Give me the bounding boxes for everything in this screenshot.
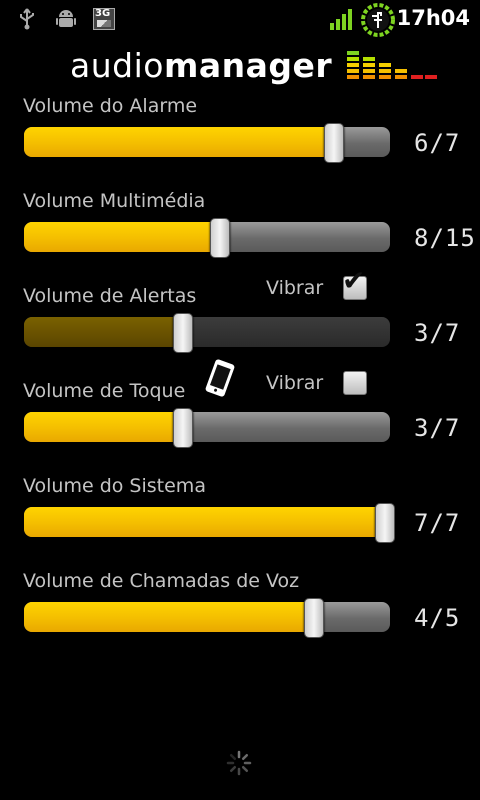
- app-logo: audiomanager: [70, 46, 332, 85]
- volume-value: 6/7: [414, 129, 461, 157]
- vibrate-label: Vibrar: [266, 372, 324, 394]
- volume-slider-fill: [24, 222, 219, 252]
- volume-value: 3/7: [414, 319, 461, 347]
- volume-label: Volume do Alarme: [23, 95, 198, 117]
- android-debug-icon: [56, 10, 76, 27]
- usb-icon: [20, 8, 34, 30]
- volume-slider-track[interactable]: [24, 317, 390, 347]
- app-header: audiomanager: [0, 40, 480, 90]
- volume-slider-track[interactable]: [24, 222, 390, 252]
- loading-spinner-icon: [226, 750, 252, 776]
- volume-slider-fill: [24, 602, 314, 632]
- volume-label: Volume Multimédia: [23, 190, 206, 212]
- volume-label: Volume do Sistema: [23, 475, 206, 497]
- volume-slider-thumb[interactable]: [304, 598, 325, 638]
- volume-row-alarm: Volume do Alarme 6/7: [0, 95, 480, 185]
- volume-slider-thumb[interactable]: [209, 218, 230, 258]
- volume-slider-track[interactable]: [24, 602, 390, 632]
- volume-value: 4/5: [414, 604, 461, 632]
- volume-value: 3/7: [414, 414, 461, 442]
- signal-icon: [330, 9, 352, 30]
- volume-value: 7/7: [414, 509, 461, 537]
- volume-row-media: Volume Multimédia 8/15: [0, 190, 480, 280]
- 3g-icon: 3G: [93, 8, 115, 30]
- status-bar: 3G 17h04: [0, 0, 480, 38]
- clock: 17h04: [396, 6, 470, 30]
- vibrate-checkbox[interactable]: [343, 371, 367, 395]
- volume-row-alerts: Volume de Alertas Vibrar ✔ 3/7: [0, 267, 480, 375]
- volume-value: 8/15: [414, 224, 476, 252]
- phone-ring-mode-icon[interactable]: [202, 358, 238, 398]
- vibrate-label: Vibrar: [266, 277, 324, 299]
- logo-light-text: audio: [70, 46, 164, 85]
- volume-slider-track[interactable]: [24, 412, 390, 442]
- volume-slider-fill: [24, 127, 334, 157]
- equalizer-logo-icon: [347, 51, 437, 79]
- volume-slider-thumb[interactable]: [172, 313, 193, 353]
- volume-label: Volume de Toque: [23, 380, 186, 402]
- volume-row-voice-call: Volume de Chamadas de Voz 4/5: [0, 570, 480, 660]
- vibrate-checkbox[interactable]: ✔: [342, 267, 367, 300]
- volume-slider-thumb[interactable]: [324, 123, 345, 163]
- logo-bold-text: manager: [163, 46, 333, 85]
- volume-slider-fill: [24, 412, 182, 442]
- volume-slider-track[interactable]: [24, 507, 390, 537]
- battery-charging-icon: [361, 3, 395, 37]
- volume-label: Volume de Chamadas de Voz: [23, 570, 300, 592]
- volume-row-system: Volume do Sistema 7/7: [0, 475, 480, 565]
- checkmark-icon: ✔: [342, 264, 366, 297]
- volume-row-ringtone: Volume de Toque Vibrar 3/7: [0, 359, 480, 470]
- volume-label: Volume de Alertas: [23, 285, 197, 307]
- volume-slider-fill: [24, 507, 384, 537]
- network-badge: 3G: [95, 8, 111, 19]
- volume-slider-thumb[interactable]: [172, 408, 193, 448]
- volume-slider-fill: [24, 317, 182, 347]
- volume-slider-thumb[interactable]: [375, 503, 395, 543]
